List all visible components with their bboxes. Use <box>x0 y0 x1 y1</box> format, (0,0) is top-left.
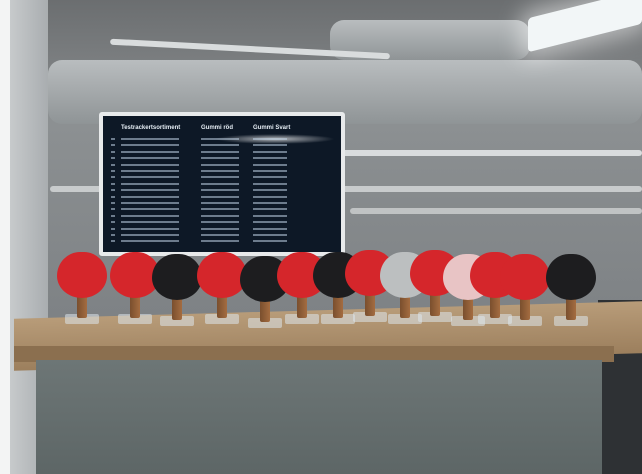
screen-row-line <box>253 208 287 211</box>
screen-row-line <box>253 227 287 230</box>
screen-row-line <box>111 208 115 211</box>
screen-row-line <box>253 214 287 217</box>
screen-row-line <box>201 214 239 217</box>
screen-row-line <box>121 214 179 217</box>
screen-row-line <box>201 240 239 243</box>
screen-row-line <box>201 221 239 224</box>
screen-row-line <box>253 221 287 224</box>
screen-row-line <box>253 144 287 147</box>
screen-row-line <box>253 138 287 140</box>
screen-row-line <box>111 182 115 185</box>
screen-row-line <box>111 221 115 224</box>
screen-row-line <box>121 144 179 147</box>
screen-row-line <box>201 182 239 185</box>
tv-monitor: Testrackertsortiment Gummi röd Gummi Sva… <box>99 112 345 256</box>
screen-row-line <box>121 189 179 192</box>
screen-row-line <box>111 189 115 192</box>
paddle-blade <box>152 254 202 300</box>
paddle-blade <box>546 254 596 300</box>
screen-row-line <box>201 227 239 230</box>
screen-row-line <box>201 163 239 166</box>
column-header-red-rubber: Gummi röd <box>201 125 234 131</box>
screen-row-line <box>111 144 115 147</box>
screen-row-line <box>121 176 179 179</box>
screen-row-line <box>121 234 179 236</box>
screen-row-line <box>253 202 287 204</box>
screen-row-line <box>111 138 115 140</box>
screen-row-line <box>201 202 239 204</box>
screen-row-line <box>201 208 239 211</box>
screen-row-line <box>253 189 287 192</box>
screen-row-line <box>121 221 179 224</box>
screen-row-line <box>253 170 287 172</box>
counter-cabinet <box>36 360 602 474</box>
screen-row-line <box>121 150 179 153</box>
screen-row-line <box>201 170 239 172</box>
screen-row-line <box>111 227 115 230</box>
screen-row-line <box>111 240 115 243</box>
pipe <box>350 208 642 214</box>
tv-screen: Testrackertsortiment Gummi röd Gummi Sva… <box>103 116 341 252</box>
pipe <box>340 150 642 156</box>
screen-row-line <box>253 240 287 243</box>
screen-row-line <box>253 182 287 185</box>
screen-row-line <box>201 157 239 160</box>
column-header-assortment: Testrackertsortiment <box>121 125 181 131</box>
screen-row-line <box>253 195 287 198</box>
screen-row-line <box>201 144 239 147</box>
screen-row-line <box>253 157 287 160</box>
screen-row-line <box>121 170 179 172</box>
paddle-blade <box>57 252 107 298</box>
screen-row-line <box>111 195 115 198</box>
screen-row-line <box>111 202 115 204</box>
screen-row-line <box>121 182 179 185</box>
screen-row-line <box>253 163 287 166</box>
screen-row-line <box>121 240 179 243</box>
paddle-blade <box>500 254 550 300</box>
screen-row-line <box>201 189 239 192</box>
screen-row-line <box>121 195 179 198</box>
screen-row-line <box>201 150 239 153</box>
column-header-black-rubber: Gummi Svart <box>253 125 291 131</box>
screen-row-line <box>111 163 115 166</box>
screen-row-line <box>121 208 179 211</box>
screen-row-line <box>253 150 287 153</box>
screen-row-line <box>253 234 287 236</box>
screen-row-line <box>253 176 287 179</box>
screen-row-line <box>121 202 179 204</box>
screen-row-line <box>201 195 239 198</box>
screen-row-line <box>201 176 239 179</box>
screen-row-line <box>121 157 179 160</box>
photo-scene: Testrackertsortiment Gummi röd Gummi Sva… <box>0 0 642 474</box>
screen-row-line <box>111 214 115 217</box>
screen-row-line <box>111 150 115 153</box>
screen-row-line <box>111 157 115 160</box>
screen-row-line <box>111 176 115 179</box>
screen-row-line <box>121 227 179 230</box>
left-edge <box>0 0 10 474</box>
screen-row-line <box>121 163 179 166</box>
screen-row-line <box>111 170 115 172</box>
screen-row-line <box>121 138 179 140</box>
screen-row-line <box>201 234 239 236</box>
screen-row-line <box>201 138 239 140</box>
screen-row-line <box>111 234 115 236</box>
